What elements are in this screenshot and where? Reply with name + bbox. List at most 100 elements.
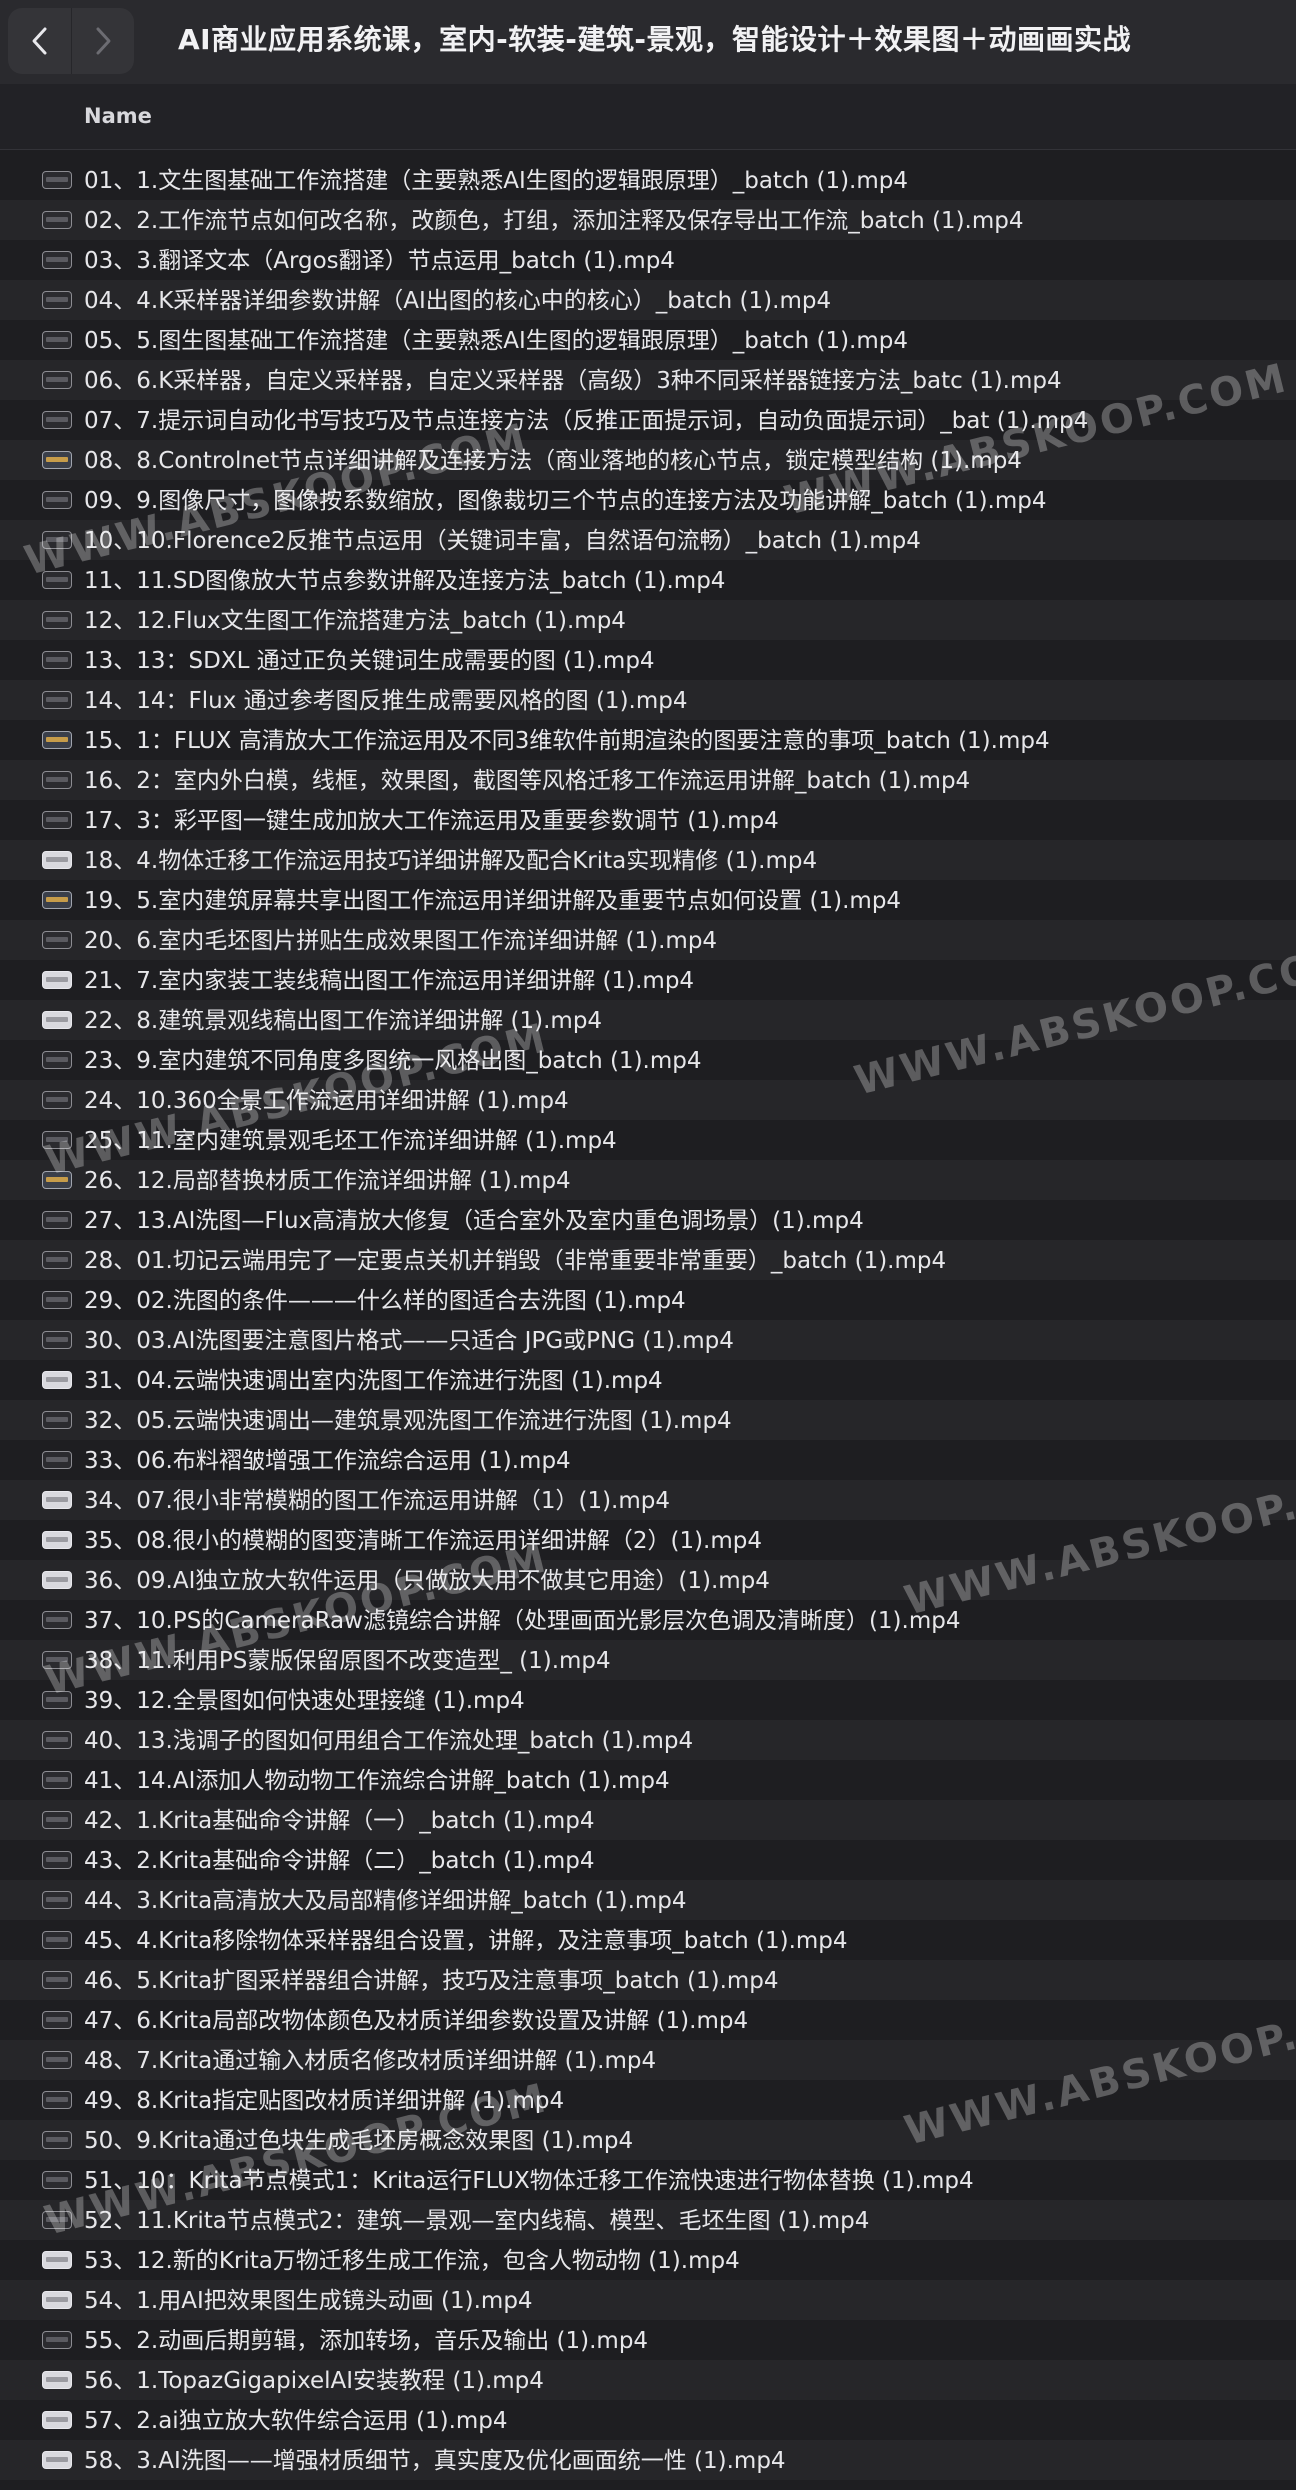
file-name: 09、9.图像尺寸，图像按系数缩放，图像裁切三个节点的连接方法及功能讲解_bat… bbox=[84, 488, 1047, 514]
file-row[interactable]: 02、2.工作流节点如何改名称，改颜色，打组，添加注释及保存导出工作流_batc… bbox=[0, 200, 1296, 240]
file-name: 37、10.PS的CameraRaw滤镜综合讲解（处理画面光影层次色调及清晰度）… bbox=[84, 1608, 961, 1634]
file-row[interactable]: 22、8.建筑景观线稿出图工作流详细讲解 (1).mp4 bbox=[0, 1000, 1296, 1040]
file-row[interactable]: 58、3.AI洗图——增强材质细节，真实度及优化画面统一性 (1).mp4 bbox=[0, 2440, 1296, 2480]
file-row[interactable]: 03、3.翻译文本（Argos翻译）节点运用_batch (1).mp4 bbox=[0, 240, 1296, 280]
file-row[interactable]: 05、5.图生图基础工作流搭建（主要熟悉AI生图的逻辑跟原理）_batch (1… bbox=[0, 320, 1296, 360]
file-row[interactable]: 30、03.AI洗图要注意图片格式——只适合 JPG或PNG (1).mp4 bbox=[0, 1320, 1296, 1360]
file-name: 53、12.新的Krita万物迁移生成工作流，包含人物动物 (1).mp4 bbox=[84, 2248, 740, 2274]
file-name: 36、09.AI独立放大软件运用（只做放大用不做其它用途）(1).mp4 bbox=[84, 1568, 770, 1594]
file-row[interactable]: 35、08.很小的模糊的图变清晰工作流运用详细讲解（2）(1).mp4 bbox=[0, 1520, 1296, 1560]
file-row[interactable]: 29、02.洗图的条件———什么样的图适合去洗图 (1).mp4 bbox=[0, 1280, 1296, 1320]
file-row[interactable]: 39、12.全景图如何快速处理接缝 (1).mp4 bbox=[0, 1680, 1296, 1720]
file-row[interactable]: 38、11.利用PS蒙版保留原图不改变造型_ (1).mp4 bbox=[0, 1640, 1296, 1680]
video-file-icon bbox=[42, 851, 72, 869]
file-row[interactable]: 53、12.新的Krita万物迁移生成工作流，包含人物动物 (1).mp4 bbox=[0, 2240, 1296, 2280]
video-file-icon bbox=[42, 1331, 72, 1349]
file-row[interactable]: 40、13.浅调子的图如何用组合工作流处理_batch (1).mp4 bbox=[0, 1720, 1296, 1760]
file-name: 29、02.洗图的条件———什么样的图适合去洗图 (1).mp4 bbox=[84, 1288, 686, 1314]
video-file-icon bbox=[42, 571, 72, 589]
video-file-icon bbox=[42, 931, 72, 949]
video-file-icon bbox=[42, 1851, 72, 1869]
file-name: 07、7.提示词自动化书写技巧及节点连接方法（反推正面提示词，自动负面提示词）_… bbox=[84, 408, 1089, 434]
file-row[interactable]: 45、4.Krita移除物体采样器组合设置，讲解，及注意事项_batch (1)… bbox=[0, 1920, 1296, 1960]
file-row[interactable]: 41、14.AI添加人物动物工作流综合讲解_batch (1).mp4 bbox=[0, 1760, 1296, 1800]
file-row[interactable]: 47、6.Krita局部改物体颜色及材质详细参数设置及讲解 (1).mp4 bbox=[0, 2000, 1296, 2040]
video-file-icon bbox=[42, 1891, 72, 1909]
file-row[interactable]: 33、06.布料褶皱增强工作流综合运用 (1).mp4 bbox=[0, 1440, 1296, 1480]
video-file-icon bbox=[42, 251, 72, 269]
file-name: 28、01.切记云端用完了一定要点关机并销毁（非常重要非常重要）_batch (… bbox=[84, 1248, 947, 1274]
file-row[interactable]: 36、09.AI独立放大软件运用（只做放大用不做其它用途）(1).mp4 bbox=[0, 1560, 1296, 1600]
file-row[interactable]: 50、9.Krita通过色块生成毛坯房概念效果图 (1).mp4 bbox=[0, 2120, 1296, 2160]
file-row[interactable]: 52、11.Krita节点模式2：建筑—景观—室内线稿、模型、毛坯生图 (1).… bbox=[0, 2200, 1296, 2240]
video-file-icon bbox=[42, 811, 72, 829]
file-row[interactable]: 04、4.K采样器详细参数讲解（AI出图的核心中的核心）_batch (1).m… bbox=[0, 280, 1296, 320]
file-row[interactable]: 26、12.局部替换材质工作流详细讲解 (1).mp4 bbox=[0, 1160, 1296, 1200]
file-name: 41、14.AI添加人物动物工作流综合讲解_batch (1).mp4 bbox=[84, 1768, 670, 1794]
file-row[interactable]: 56、1.TopazGigapixelAI安装教程 (1).mp4 bbox=[0, 2360, 1296, 2400]
file-row[interactable]: 49、8.Krita指定贴图改材质详细讲解 (1).mp4 bbox=[0, 2080, 1296, 2120]
video-file-icon bbox=[42, 1611, 72, 1629]
file-row[interactable]: 46、5.Krita扩图采样器组合讲解，技巧及注意事项_batch (1).mp… bbox=[0, 1960, 1296, 2000]
video-file-icon bbox=[42, 2371, 72, 2389]
file-row[interactable]: 17、3：彩平图一键生成加放大工作流运用及重要参数调节 (1).mp4 bbox=[0, 800, 1296, 840]
file-row[interactable]: 25、11.室内建筑景观毛坯工作流详细讲解 (1).mp4 bbox=[0, 1120, 1296, 1160]
file-row[interactable]: 09、9.图像尺寸，图像按系数缩放，图像裁切三个节点的连接方法及功能讲解_bat… bbox=[0, 480, 1296, 520]
file-row[interactable]: 10、10.Florence2反推节点运用（关键词丰富，自然语句流畅）_batc… bbox=[0, 520, 1296, 560]
file-row[interactable]: 24、10.360全景工作流运用详细讲解 (1).mp4 bbox=[0, 1080, 1296, 1120]
file-row[interactable]: 12、12.Flux文生图工作流搭建方法_batch (1).mp4 bbox=[0, 600, 1296, 640]
file-row[interactable]: 44、3.Krita高清放大及局部精修详细讲解_batch (1).mp4 bbox=[0, 1880, 1296, 1920]
file-row[interactable]: 01、1.文生图基础工作流搭建（主要熟悉AI生图的逻辑跟原理）_batch (1… bbox=[0, 160, 1296, 200]
file-row[interactable]: 11、11.SD图像放大节点参数讲解及连接方法_batch (1).mp4 bbox=[0, 560, 1296, 600]
file-row[interactable]: 16、2：室内外白模，线框，效果图，截图等风格迁移工作流运用讲解_batch (… bbox=[0, 760, 1296, 800]
file-row[interactable]: 07、7.提示词自动化书写技巧及节点连接方法（反推正面提示词，自动负面提示词）_… bbox=[0, 400, 1296, 440]
file-row[interactable]: 21、7.室内家装工装线稿出图工作流运用详细讲解 (1).mp4 bbox=[0, 960, 1296, 1000]
video-file-icon bbox=[42, 2171, 72, 2189]
file-row[interactable]: 15、1：FLUX 高清放大工作流运用及不同3维软件前期渲染的图要注意的事项_b… bbox=[0, 720, 1296, 760]
file-name: 40、13.浅调子的图如何用组合工作流处理_batch (1).mp4 bbox=[84, 1728, 694, 1754]
video-file-icon bbox=[42, 1411, 72, 1429]
file-row[interactable]: 37、10.PS的CameraRaw滤镜综合讲解（处理画面光影层次色调及清晰度）… bbox=[0, 1600, 1296, 1640]
file-name: 01、1.文生图基础工作流搭建（主要熟悉AI生图的逻辑跟原理）_batch (1… bbox=[84, 168, 909, 194]
file-row[interactable]: 27、13.AI洗图—Flux高清放大修复（适合室外及室内重色调场景）(1).m… bbox=[0, 1200, 1296, 1240]
file-row[interactable]: 06、6.K采样器，自定义采样器，自定义采样器（高级）3种不同采样器链接方法_b… bbox=[0, 360, 1296, 400]
file-name: 19、5.室内建筑屏幕共享出图工作流运用详细讲解及重要节点如何设置 (1).mp… bbox=[84, 888, 902, 914]
file-name: 25、11.室内建筑景观毛坯工作流详细讲解 (1).mp4 bbox=[84, 1128, 617, 1154]
back-button[interactable] bbox=[8, 8, 71, 74]
column-header-name[interactable]: Name bbox=[84, 104, 152, 128]
file-name: 13、13：SDXL 通过正负关键词生成需要的图 (1).mp4 bbox=[84, 648, 655, 674]
file-name: 15、1：FLUX 高清放大工作流运用及不同3维软件前期渲染的图要注意的事项_b… bbox=[84, 728, 1050, 754]
file-row[interactable]: 19、5.室内建筑屏幕共享出图工作流运用详细讲解及重要节点如何设置 (1).mp… bbox=[0, 880, 1296, 920]
file-row[interactable]: 20、6.室内毛坯图片拼贴生成效果图工作流详细讲解 (1).mp4 bbox=[0, 920, 1296, 960]
video-file-icon bbox=[42, 171, 72, 189]
file-row[interactable]: 13、13：SDXL 通过正负关键词生成需要的图 (1).mp4 bbox=[0, 640, 1296, 680]
file-name: 10、10.Florence2反推节点运用（关键词丰富，自然语句流畅）_batc… bbox=[84, 528, 921, 554]
file-name: 58、3.AI洗图——增强材质细节，真实度及优化画面统一性 (1).mp4 bbox=[84, 2448, 786, 2474]
file-row[interactable]: 18、4.物体迁移工作流运用技巧详细讲解及配合Krita实现精修 (1).mp4 bbox=[0, 840, 1296, 880]
file-row[interactable]: 42、1.Krita基础命令讲解（一）_batch (1).mp4 bbox=[0, 1800, 1296, 1840]
file-row[interactable]: 31、04.云端快速调出室内洗图工作流进行洗图 (1).mp4 bbox=[0, 1360, 1296, 1400]
forward-button[interactable] bbox=[71, 8, 134, 74]
video-file-icon bbox=[42, 331, 72, 349]
video-file-icon bbox=[42, 2411, 72, 2429]
file-row[interactable]: 48、7.Krita通过输入材质名修改材质详细讲解 (1).mp4 bbox=[0, 2040, 1296, 2080]
video-file-icon bbox=[42, 2011, 72, 2029]
file-row[interactable]: 55、2.动画后期剪辑，添加转场，音乐及输出 (1).mp4 bbox=[0, 2320, 1296, 2360]
file-name: 39、12.全景图如何快速处理接缝 (1).mp4 bbox=[84, 1688, 525, 1714]
file-row[interactable]: 51、10：Krita节点模式1：Krita运行FLUX物体迁移工作流快速进行物… bbox=[0, 2160, 1296, 2200]
video-file-icon bbox=[42, 1651, 72, 1669]
video-file-icon bbox=[42, 2211, 72, 2229]
video-file-icon bbox=[42, 651, 72, 669]
file-row[interactable]: 08、8.Controlnet节点详细讲解及连接方法（商业落地的核心节点，锁定模… bbox=[0, 440, 1296, 480]
file-name: 08、8.Controlnet节点详细讲解及连接方法（商业落地的核心节点，锁定模… bbox=[84, 448, 1022, 474]
file-row[interactable]: 57、2.ai独立放大软件综合运用 (1).mp4 bbox=[0, 2400, 1296, 2440]
file-row[interactable]: 14、14：Flux 通过参考图反推生成需要风格的图 (1).mp4 bbox=[0, 680, 1296, 720]
file-row[interactable]: 23、9.室内建筑不同角度多图统一风格出图_batch (1).mp4 bbox=[0, 1040, 1296, 1080]
file-row[interactable]: 32、05.云端快速调出—建筑景观洗图工作流进行洗图 (1).mp4 bbox=[0, 1400, 1296, 1440]
file-row[interactable]: 28、01.切记云端用完了一定要点关机并销毁（非常重要非常重要）_batch (… bbox=[0, 1240, 1296, 1280]
file-name: 17、3：彩平图一键生成加放大工作流运用及重要参数调节 (1).mp4 bbox=[84, 808, 779, 834]
file-name: 05、5.图生图基础工作流搭建（主要熟悉AI生图的逻辑跟原理）_batch (1… bbox=[84, 328, 909, 354]
file-row[interactable]: 43、2.Krita基础命令讲解（二）_batch (1).mp4 bbox=[0, 1840, 1296, 1880]
file-row[interactable]: 54、1.用AI把效果图生成镜头动画 (1).mp4 bbox=[0, 2280, 1296, 2320]
file-row[interactable]: 34、07.很小非常模糊的图工作流运用讲解（1）(1).mp4 bbox=[0, 1480, 1296, 1520]
